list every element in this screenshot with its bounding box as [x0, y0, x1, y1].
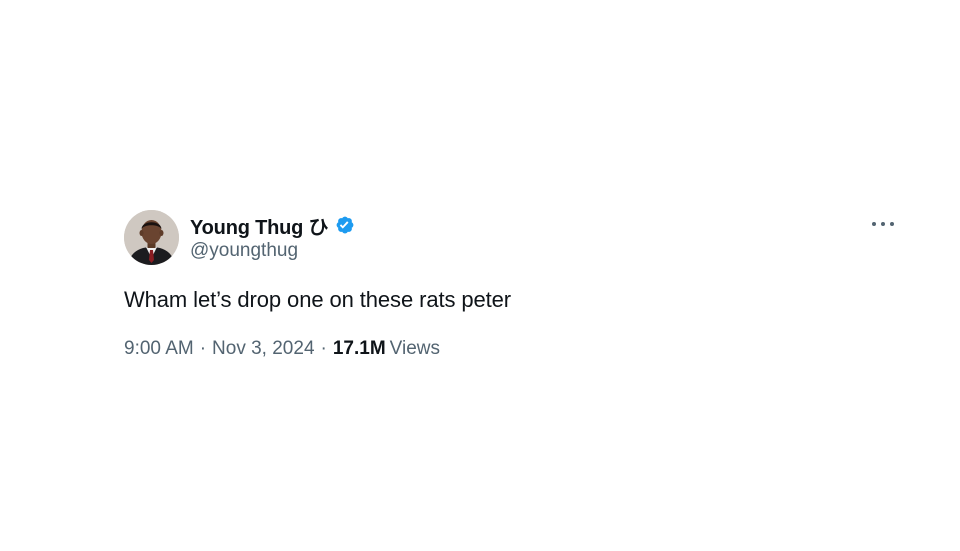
more-dot	[890, 222, 894, 226]
tweet-header: Young Thug ひ @youngthug	[124, 210, 900, 266]
avatar-image	[124, 210, 179, 265]
more-dot	[872, 222, 876, 226]
user-handle[interactable]: @youngthug	[190, 240, 356, 262]
meta-separator: ·	[199, 338, 207, 359]
views-count[interactable]: 17.1M	[333, 338, 386, 360]
tweet-metadata: 9:00 AM · Nov 3, 2024 · 17.1M Views	[124, 338, 900, 360]
tweet-card[interactable]: Young Thug ひ @youngthug Wham let’s drop …	[124, 210, 900, 360]
views-label[interactable]: Views	[390, 338, 440, 360]
author-names: Young Thug ひ @youngthug	[190, 212, 356, 262]
tweet-timestamp-date[interactable]: Nov 3, 2024	[212, 338, 314, 360]
avatar[interactable]	[124, 210, 179, 265]
verified-badge-icon[interactable]	[334, 214, 356, 236]
display-name[interactable]: Young Thug ひ	[190, 211, 329, 240]
more-horizontal-icon[interactable]	[872, 216, 894, 232]
meta-separator: ·	[320, 338, 327, 359]
more-dot	[881, 222, 885, 226]
tweet-timestamp-time[interactable]: 9:00 AM	[124, 338, 194, 360]
display-name-row: Young Thug ひ	[190, 211, 356, 240]
tweet-text: Wham let’s drop one on these rats peter	[124, 287, 512, 312]
